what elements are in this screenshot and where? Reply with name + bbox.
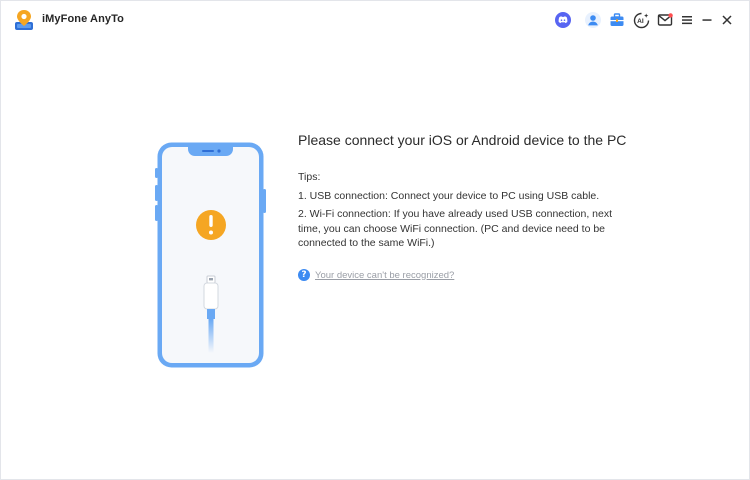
close-icon[interactable]	[718, 11, 736, 29]
page-headline: Please connect your iOS or Android devic…	[298, 132, 627, 148]
tip-wifi-connection: 2. Wi-Fi connection: If you have already…	[298, 208, 613, 249]
tips-heading: Tips:	[298, 171, 321, 183]
ai-icon[interactable]: AI	[632, 11, 650, 29]
minimize-icon[interactable]	[698, 11, 716, 29]
device-not-recognized-link[interactable]: Your device can't be recognized?	[315, 270, 454, 281]
question-icon: ?	[298, 269, 310, 281]
app-window: iMyFone AnyTo AI Please connect your iOS…	[0, 0, 750, 480]
warning-icon	[196, 210, 226, 240]
phone-illustration	[154, 141, 267, 369]
svg-text:AI: AI	[637, 18, 644, 25]
help-row: ? Your device can't be recognized?	[298, 268, 454, 282]
location-pin-logo-icon	[14, 9, 34, 31]
menu-icon[interactable]	[678, 11, 696, 29]
user-account-icon[interactable]	[584, 11, 602, 29]
title-bar[interactable]: iMyFone AnyTo AI	[1, 1, 749, 39]
tip-usb-connection: 1. USB connection: Connect your device t…	[298, 190, 600, 202]
toolbox-icon[interactable]	[608, 11, 626, 29]
app-title: iMyFone AnyTo	[42, 13, 124, 25]
mail-icon[interactable]	[656, 11, 674, 29]
discord-icon[interactable]	[554, 11, 572, 29]
